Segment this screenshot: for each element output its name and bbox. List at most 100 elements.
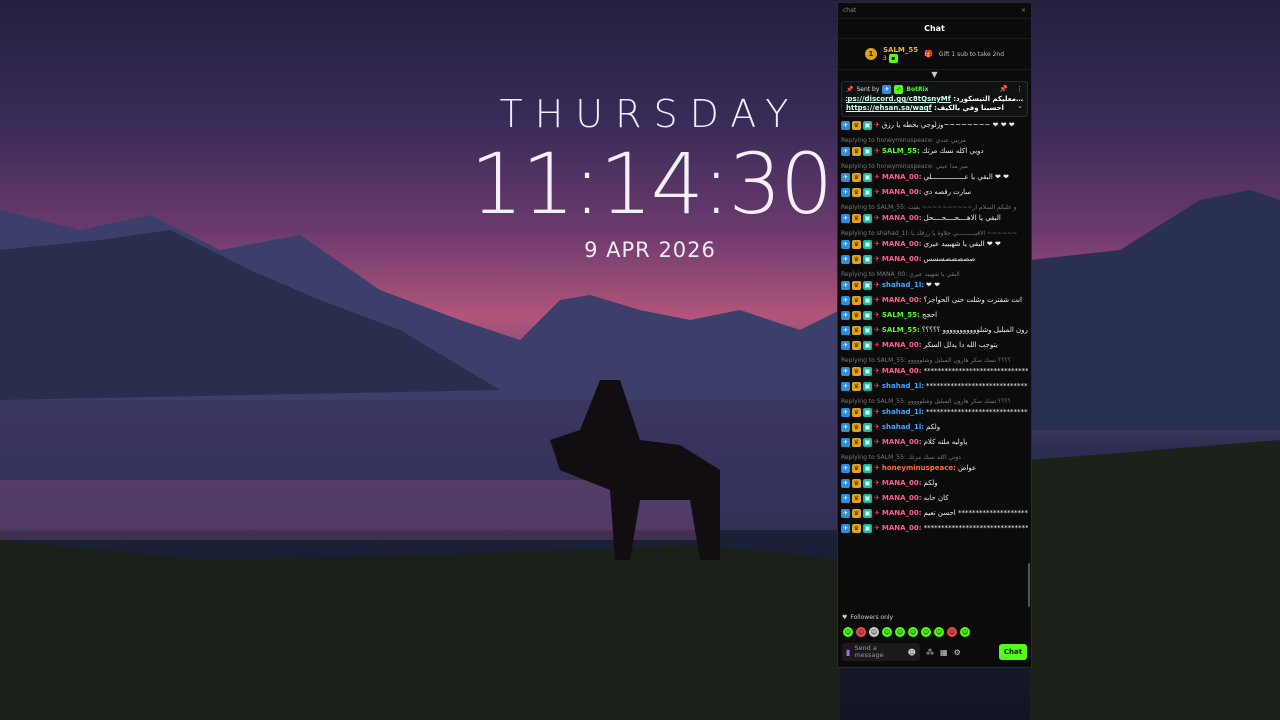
message-username[interactable]: MANA_00: <box>882 493 922 504</box>
window-titlebar[interactable]: chat × <box>838 3 1031 19</box>
expand-chevron-icon[interactable]: ⌄ <box>1017 102 1023 110</box>
emote-icon[interactable]: ☺ <box>843 627 853 637</box>
scrollbar[interactable] <box>1028 563 1030 607</box>
reply-context[interactable]: Replying to MANA_00: البقي يا شهييد عيري <box>841 269 1028 280</box>
message-username[interactable]: shahad_1l: <box>882 407 924 418</box>
message-row: ✈ ♛ ▣ ✈ shahad_1l: ❤ ❤ <box>841 280 1028 291</box>
emoji-picker-icon[interactable]: ☻ <box>908 648 916 657</box>
pinned-sender[interactable]: BotRix <box>906 86 928 93</box>
message-username[interactable]: MANA_00: <box>882 254 922 265</box>
chat-message[interactable]: Replying to honeyminuspeace: مبر مدا عين… <box>841 159 1028 185</box>
chat-message[interactable]: ✈ ♛ ▣ ✈ MANA_00: يتوجب الله دا يدلل السكر <box>841 338 1028 353</box>
pin-icon: 📌 <box>846 86 854 93</box>
reply-context[interactable]: Replying to shahad_1l: الاقيــــــــــي … <box>841 228 1028 239</box>
message-username[interactable]: MANA_00: <box>882 437 922 448</box>
message-input[interactable]: ▮ Send a message ☻ <box>842 643 920 661</box>
verified-badge-icon: ✓ <box>894 85 904 94</box>
chat-message[interactable]: Replying to SALM_55: ؟؟؟؟ نسك سكر هارون … <box>841 394 1028 420</box>
emote-icon[interactable]: ☺ <box>882 627 892 637</box>
message-username[interactable]: MANA_00: <box>882 172 922 183</box>
message-row: ✈ ♛ ▣ ✈ MANA_00: ولكم <box>841 478 1028 489</box>
bot-badge-icon: ✈ <box>841 341 850 350</box>
mic-icon[interactable]: ▮ <box>846 648 850 657</box>
emote-icon[interactable]: ☺ <box>895 627 905 637</box>
flag-icon: ✈ <box>874 311 880 319</box>
message-username[interactable]: MANA_00: <box>882 295 922 306</box>
desktop-clock-widget: THURSDAY 11:14:30 9 APR 2026 <box>470 92 833 262</box>
waqf-link[interactable]: https://ehsan.sa/waqf <box>846 104 932 112</box>
sub-badge-icon: ▣ <box>863 121 872 130</box>
emote-icon[interactable]: ☺ <box>908 627 918 637</box>
sub-badge-icon: ▣ <box>863 326 872 335</box>
reply-context[interactable]: Replying to SALM_55: ؟؟؟؟ نسك سكر هارون … <box>841 396 1028 407</box>
chat-message[interactable]: ✈ ♛ ▣ ✈ MANA_00: سارت رقصه دي <box>841 185 1028 200</box>
reply-context[interactable]: Replying to honeyminuspeace: مبر مدا عين… <box>841 161 1028 172</box>
close-icon[interactable]: × <box>1021 7 1026 14</box>
chat-message[interactable]: Replying to SALM_55: ؟؟؟؟ نسك سكر هارون … <box>841 353 1028 379</box>
bot-badge-icon: ✈ <box>882 85 892 94</box>
message-username[interactable]: MANA_00: <box>882 340 922 351</box>
emote-icon[interactable]: ☺ <box>960 627 970 637</box>
gift-hint[interactable]: Gift 1 sub to take 2nd <box>939 51 1004 58</box>
message-username[interactable]: shahad_1l: <box>882 280 924 291</box>
settings-gear-icon[interactable]: ⚙ <box>954 648 961 657</box>
message-username[interactable]: honeyminuspeace: <box>882 463 956 474</box>
chat-message[interactable]: ✈♛▣✈SALM_55:نسك سكر هارون المبليل وشلووو… <box>841 323 1028 338</box>
chat-message[interactable]: Replying to shahad_1l: الاقيــــــــــي … <box>841 226 1028 252</box>
reply-context[interactable]: Replying to honeyminuspeace: مزيبي عندي <box>841 135 1028 146</box>
chat-message[interactable]: ✈ ♛ ▣ ✈ MANA_00: انت شفترت وشلت حتى الحواجز؟ <box>841 293 1028 308</box>
message-username[interactable]: MANA_00: <box>882 239 922 250</box>
send-chat-button[interactable]: Chat <box>999 644 1027 660</box>
top-gifter-name[interactable]: SALM_55 <box>883 46 918 54</box>
chat-message[interactable]: Replying to MANA_00: البقي يا شهييد عيري… <box>841 267 1028 293</box>
clock-time: 11:14:30 <box>470 135 833 233</box>
collapse-arrow-icon[interactable]: ▼ <box>838 70 1031 80</box>
message-username[interactable]: SALM_55: <box>882 325 920 336</box>
chat-message[interactable]: ✈ ♛ ▣ ✈ وزلوجي بحطه يا رزق~~~~~~~~ ❤ ❤ ❤ <box>841 118 1028 133</box>
chat-message[interactable]: Replying to SALM_55: و عليكم السلام ار~~… <box>841 200 1028 226</box>
reply-context[interactable]: Replying to SALM_55: دوبي اكله نسك مرتك <box>841 452 1028 463</box>
unpin-icon[interactable]: 📌 <box>999 85 1008 93</box>
chat-message[interactable]: ✈ ♛ ▣ ✈ MANA_00: صصصصصسسس <box>841 252 1028 267</box>
message-username[interactable]: MANA_00: <box>882 366 922 377</box>
message-username[interactable]: shahad_1l: <box>882 381 924 392</box>
message-username[interactable]: MANA_00: <box>882 508 922 519</box>
message-username[interactable]: MANA_00: <box>882 478 922 489</box>
chat-message[interactable]: Replying to SALM_55: دوبي اكله نسك مرتك ✈… <box>841 450 1028 476</box>
chat-message[interactable]: ✈ ♛ ▣ ✈ MANA_00: ولكم <box>841 476 1028 491</box>
emote-icon[interactable]: ☺ <box>921 627 931 637</box>
sub-badge-icon: ▣ <box>863 438 872 447</box>
chat-message[interactable]: Replying to honeyminuspeace: مزيبي عندي ✈… <box>841 133 1028 159</box>
discord-link[interactable]: https://discord.gg/c8tQsnyMf <box>846 95 951 103</box>
pinned-message: 📌 Sent by ✈ ✓ BotRix …معليكم التيسكورد: … <box>841 81 1028 117</box>
message-username[interactable]: MANA_00: <box>882 213 922 224</box>
emote-icon[interactable]: ☺ <box>869 627 879 637</box>
emote-icon[interactable]: ☺ <box>934 627 944 637</box>
message-username[interactable]: SALM_55: <box>882 310 920 321</box>
chat-message[interactable]: ✈ ♛ ▣ ✈ MANA_00: كان حابه <box>841 491 1028 506</box>
message-row: ✈ ♛ ▣ ✈ MANA_00: ****************************… <box>841 523 1028 534</box>
message-username[interactable]: MANA_00: <box>882 523 922 534</box>
emote-icon[interactable]: ☺ <box>856 627 866 637</box>
chat-message[interactable]: ✈ ♛ ▣ ✈ MANA_00: ياوليه ملته كلام <box>841 435 1028 450</box>
emote-icon[interactable]: ☺ <box>947 627 957 637</box>
message-username[interactable]: SALM_55: <box>882 146 920 157</box>
chat-message[interactable]: ✈ ♛ ▣ ✈ MANA_00: ****************************… <box>841 521 1028 536</box>
bot-badge-icon: ✈ <box>841 479 850 488</box>
flag-icon: ✈ <box>874 121 880 129</box>
chat-message[interactable]: ✈ ♛ ▣ ✈ shahad_1l: ولكم <box>841 420 1028 435</box>
message-username[interactable]: shahad_1l: <box>882 422 924 433</box>
reply-context[interactable]: Replying to SALM_55: و عليكم السلام ار~~… <box>841 202 1028 213</box>
users-icon[interactable]: ⁂ <box>926 648 934 657</box>
message-list[interactable]: ✈ ♛ ▣ ✈ وزلوجي بحطه يا رزق~~~~~~~~ ❤ ❤ ❤ Repl… <box>838 118 1031 584</box>
chat-message[interactable]: ✈ ♛ ▣ ✈ shahad_1l: **************************… <box>841 379 1028 394</box>
more-options-icon[interactable]: ⋮ <box>1016 85 1023 93</box>
message-row: ✈ ♛ ▣ ✈ وزلوجي بحطه يا رزق~~~~~~~~ ❤ ❤ ❤ <box>841 120 1028 131</box>
chat-message[interactable]: ✈ ♛ ▣ ✈ MANA_00: احسن تعيم ******************… <box>841 506 1028 521</box>
message-username[interactable]: MANA_00: <box>882 187 922 198</box>
calendar-icon[interactable]: ▦ <box>940 648 948 657</box>
reply-context[interactable]: Replying to SALM_55: ؟؟؟؟ نسك سكر هارون … <box>841 355 1028 366</box>
crown-badge-icon: ♛ <box>852 173 861 182</box>
message-text: ولكم <box>926 423 941 431</box>
chat-message[interactable]: ✈ ♛ ▣ ✈ SALM_55: احجج <box>841 308 1028 323</box>
